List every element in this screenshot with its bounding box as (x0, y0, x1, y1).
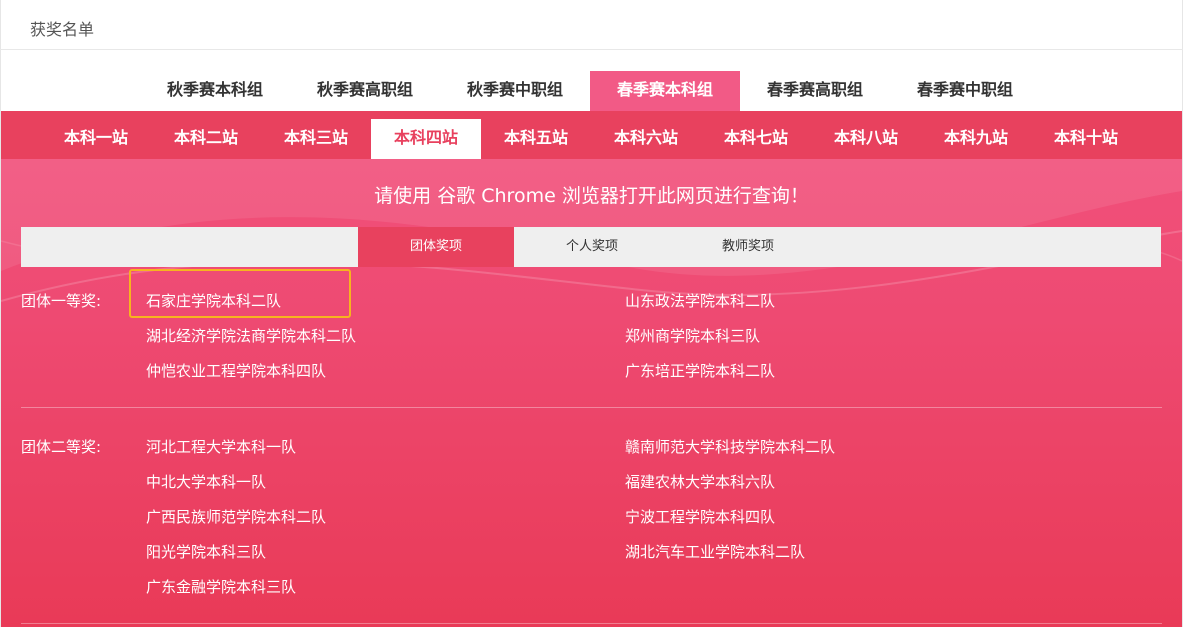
tab-individual-awards[interactable]: 个人奖项 (514, 227, 670, 267)
tab-autumn-undergrad[interactable]: 秋季赛本科组 (140, 71, 290, 111)
tab-station-8[interactable]: 本科八站 (811, 119, 921, 159)
section-label-second-prize: 团体二等奖: (21, 438, 102, 456)
page-title: 获奖名单 (30, 20, 95, 39)
list-item[interactable]: 广东金融学院本科三队 (146, 576, 296, 597)
list-item[interactable]: 湖北汽车工业学院本科二队 (625, 541, 805, 562)
list-item[interactable]: 福建农林大学本科六队 (625, 471, 775, 492)
tab-station-10[interactable]: 本科十站 (1031, 119, 1141, 159)
tab-spring-undergrad[interactable]: 春季赛本科组 (590, 71, 740, 111)
browser-notice: 请使用 谷歌 Chrome 浏览器打开此网页进行查询！ (374, 185, 809, 207)
tab-station-3[interactable]: 本科三站 (261, 119, 371, 159)
section-divider (21, 623, 1162, 624)
section-divider (21, 407, 1162, 408)
tab-station-1[interactable]: 本科一站 (41, 119, 151, 159)
list-item[interactable]: 湖北经济学院法商学院本科二队 (146, 325, 356, 346)
list-item[interactable]: 仲恺农业工程学院本科四队 (146, 360, 326, 381)
list-item[interactable]: 广西民族师范学院本科二队 (146, 506, 326, 527)
tab-spring-secondary-vocational[interactable]: 春季赛中职组 (890, 71, 1040, 111)
list-item[interactable]: 中北大学本科一队 (146, 471, 266, 492)
tab-teacher-awards[interactable]: 教师奖项 (670, 227, 826, 267)
selection-highlight (129, 269, 351, 318)
list-item[interactable]: 宁波工程学院本科四队 (625, 506, 775, 527)
list-item[interactable]: 郑州商学院本科三队 (625, 325, 760, 346)
list-item[interactable]: 阳光学院本科三队 (146, 541, 266, 562)
tab-station-9[interactable]: 本科九站 (921, 119, 1031, 159)
list-item[interactable]: 赣南师范大学科技学院本科二队 (625, 436, 835, 457)
tab-station-4[interactable]: 本科四站 (371, 119, 481, 159)
list-item[interactable]: 山东政法学院本科二队 (625, 290, 775, 311)
list-item[interactable]: 广东培正学院本科二队 (625, 360, 775, 381)
season-tabs: 秋季赛本科组 秋季赛高职组 秋季赛中职组 春季赛本科组 春季赛高职组 春季赛中职… (0, 71, 1183, 111)
header: 获奖名单 (0, 0, 1183, 50)
tab-station-6[interactable]: 本科六站 (591, 119, 701, 159)
results-panel: 本科一站 本科二站 本科三站 本科四站 本科五站 本科六站 本科七站 本科八站 … (1, 111, 1182, 627)
tab-autumn-vocational-college[interactable]: 秋季赛高职组 (290, 71, 440, 111)
tab-station-5[interactable]: 本科五站 (481, 119, 591, 159)
tab-autumn-secondary-vocational[interactable]: 秋季赛中职组 (440, 71, 590, 111)
list-item[interactable]: 河北工程大学本科一队 (146, 436, 296, 457)
section-label-first-prize: 团体一等奖: (21, 292, 102, 310)
tab-station-2[interactable]: 本科二站 (151, 119, 261, 159)
tab-team-awards[interactable]: 团体奖项 (358, 227, 514, 267)
tab-spring-vocational-college[interactable]: 春季赛高职组 (740, 71, 890, 111)
station-tabs: 本科一站 本科二站 本科三站 本科四站 本科五站 本科六站 本科七站 本科八站 … (1, 111, 1182, 159)
tab-station-7[interactable]: 本科七站 (701, 119, 811, 159)
award-tabs: 团体奖项 个人奖项 教师奖项 (21, 227, 1161, 267)
